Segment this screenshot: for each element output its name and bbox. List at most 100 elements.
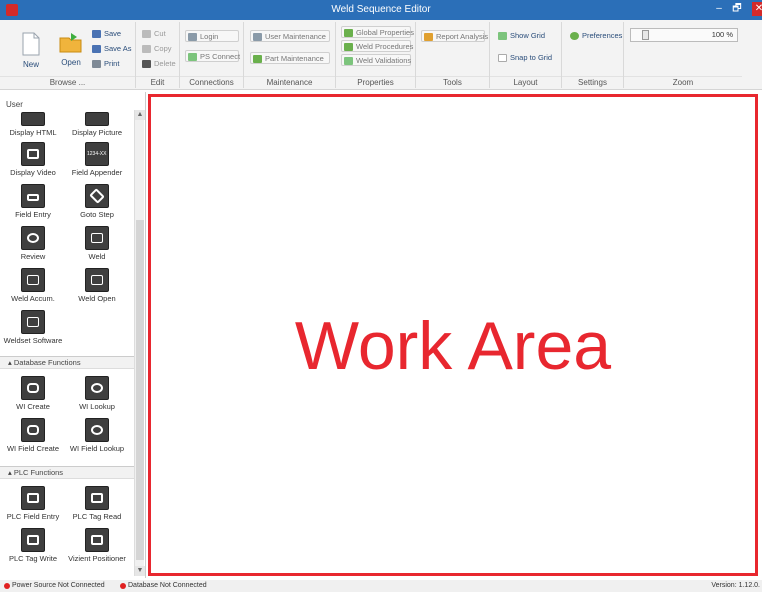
tool-review[interactable]: Review: [2, 226, 64, 261]
new-label: New: [22, 60, 39, 69]
tool-label: Review: [20, 252, 46, 261]
tool-display-html[interactable]: Display HTML: [2, 112, 64, 137]
copy-button[interactable]: Copy: [140, 43, 172, 55]
global-properties-icon: [344, 29, 353, 37]
database-status: Database Not Connected: [120, 582, 207, 589]
database-status-dot: [120, 583, 126, 589]
ps-connect-button[interactable]: PS Connect: [185, 50, 240, 62]
tool-plc-tag-write[interactable]: PLC Tag Write: [2, 528, 64, 563]
part-maintenance-button[interactable]: Part Maintenance: [250, 52, 330, 64]
global-properties-button[interactable]: Global Properties: [341, 26, 414, 38]
tool-display-video[interactable]: Display Video: [2, 142, 64, 177]
wi-create-icon: [21, 376, 45, 400]
tool-wi-create[interactable]: WI Create: [2, 376, 64, 411]
properties-group: Global Properties Weld Procedures Weld V…: [336, 22, 416, 88]
tool-label: Field Appender: [71, 168, 123, 177]
tool-wi-lookup[interactable]: WI Lookup: [66, 376, 128, 411]
tools-group-label: Tools: [416, 76, 489, 88]
tool-weld[interactable]: Weld: [66, 226, 128, 261]
work-area[interactable]: Work Area: [148, 94, 758, 576]
properties-group-label: Properties: [336, 76, 415, 88]
open-button[interactable]: Open: [56, 30, 86, 67]
part-maintenance-icon: [253, 55, 262, 63]
scrollbar-thumb[interactable]: [136, 220, 144, 560]
weld-procedures-label: Weld Procedures: [356, 42, 414, 51]
tool-plc-field-entry[interactable]: PLC Field Entry: [2, 486, 64, 521]
login-label: Login: [200, 32, 219, 41]
copy-icon: [142, 45, 151, 53]
weld-validations-label: Weld Validations: [356, 56, 412, 65]
close-button[interactable]: ✕: [752, 2, 762, 16]
save-as-label: Save As: [104, 44, 132, 53]
save-button[interactable]: Save: [90, 28, 121, 40]
window-title: Weld Sequence Editor: [331, 4, 431, 15]
weld-validations-button[interactable]: Weld Validations: [341, 54, 411, 66]
tool-label: Display Video: [10, 168, 56, 177]
tool-plc-tag-read[interactable]: PLC Tag Read: [66, 486, 128, 521]
scroll-down-arrow-icon[interactable]: ▼: [135, 566, 145, 576]
snap-to-grid-check-icon: [498, 54, 507, 62]
tool-label: Display HTML: [9, 128, 57, 137]
title-bar: Weld Sequence Editor – 🗗 ✕: [0, 0, 762, 20]
power-status-dot: [4, 583, 10, 589]
zoom-slider-thumb[interactable]: [642, 30, 650, 40]
tool-label: WI Lookup: [79, 402, 115, 411]
print-button[interactable]: Print: [90, 58, 119, 70]
tool-label: Weldset Software: [3, 336, 63, 345]
browse-group: New Open Save Save As Print Browse ...: [0, 22, 136, 88]
cut-label: Cut: [154, 29, 166, 38]
tool-label: PLC Field Entry: [6, 512, 60, 521]
save-icon: [92, 30, 101, 38]
tool-label: Vizient Positioner: [68, 554, 126, 563]
toolbox-sidebar: User Display HTML Display Picture Displa…: [0, 92, 146, 578]
zoom-value: 100 %: [711, 30, 733, 39]
tool-vizient-positioner[interactable]: Vizient Positioner: [66, 528, 128, 563]
scroll-up-arrow-icon[interactable]: ▲: [135, 110, 145, 120]
cut-button[interactable]: Cut: [140, 28, 166, 40]
open-folder-icon: [59, 33, 82, 53]
show-grid-label: Show Grid: [510, 31, 546, 40]
delete-button[interactable]: Delete: [140, 58, 176, 70]
toolbox-scrollbar[interactable]: ▲ ▼: [134, 110, 145, 576]
show-grid-button[interactable]: Show Grid: [496, 30, 545, 42]
report-analysis-button[interactable]: Report Analysis: [421, 30, 488, 42]
save-label: Save: [104, 29, 122, 38]
new-button[interactable]: New: [18, 32, 44, 69]
zoom-slider[interactable]: 100 %: [630, 28, 738, 42]
minimize-button[interactable]: –: [712, 2, 726, 16]
preferences-button[interactable]: Preferences: [568, 30, 622, 42]
field-entry-icon: [21, 184, 45, 208]
tool-weld-accum[interactable]: Weld Accum.: [2, 268, 64, 303]
zoom-group: 100 % Zoom: [624, 22, 742, 88]
plc-functions-header[interactable]: ▴ PLC Functions: [0, 466, 134, 479]
tool-field-entry[interactable]: Field Entry: [2, 184, 64, 219]
tool-wi-field-lookup[interactable]: WI Field Lookup: [66, 418, 128, 453]
layout-group-label: Layout: [490, 76, 561, 88]
tool-display-picture[interactable]: Display Picture: [66, 112, 128, 137]
weld-open-icon: [85, 268, 109, 292]
tool-label: WI Field Create: [6, 444, 60, 453]
cut-icon: [142, 30, 151, 38]
status-bar: Power Source Not Connected Database Not …: [0, 580, 762, 592]
edit-group: Cut Copy Delete Edit: [136, 22, 180, 88]
tool-wi-field-create[interactable]: WI Field Create: [2, 418, 64, 453]
database-functions-header[interactable]: ▴ Database Functions: [0, 356, 134, 369]
snap-to-grid-checkbox[interactable]: Snap to Grid: [496, 52, 552, 64]
show-grid-icon: [498, 32, 507, 40]
database-status-text: Database Not Connected: [128, 582, 207, 589]
save-as-button[interactable]: Save As: [90, 43, 132, 55]
maximize-button[interactable]: 🗗: [730, 2, 744, 16]
login-button[interactable]: Login: [185, 30, 239, 42]
tool-weldset-software[interactable]: Weldset Software: [2, 310, 64, 345]
tool-label: Display Picture: [71, 128, 123, 137]
version-text: Version: 1.12.0.: [711, 582, 760, 589]
tool-field-appender[interactable]: 1234-XX Field Appender: [66, 142, 128, 177]
user-maintenance-button[interactable]: User Maintenance: [250, 30, 330, 42]
ps-connect-icon: [188, 53, 197, 61]
tool-weld-open[interactable]: Weld Open: [66, 268, 128, 303]
weld-procedures-button[interactable]: Weld Procedures: [341, 40, 414, 52]
maintenance-group: User Maintenance Part Maintenance Mainte…: [244, 22, 336, 88]
edit-group-label: Edit: [136, 76, 179, 88]
tool-goto-step[interactable]: Goto Step: [66, 184, 128, 219]
tool-label: Field Entry: [15, 210, 51, 219]
